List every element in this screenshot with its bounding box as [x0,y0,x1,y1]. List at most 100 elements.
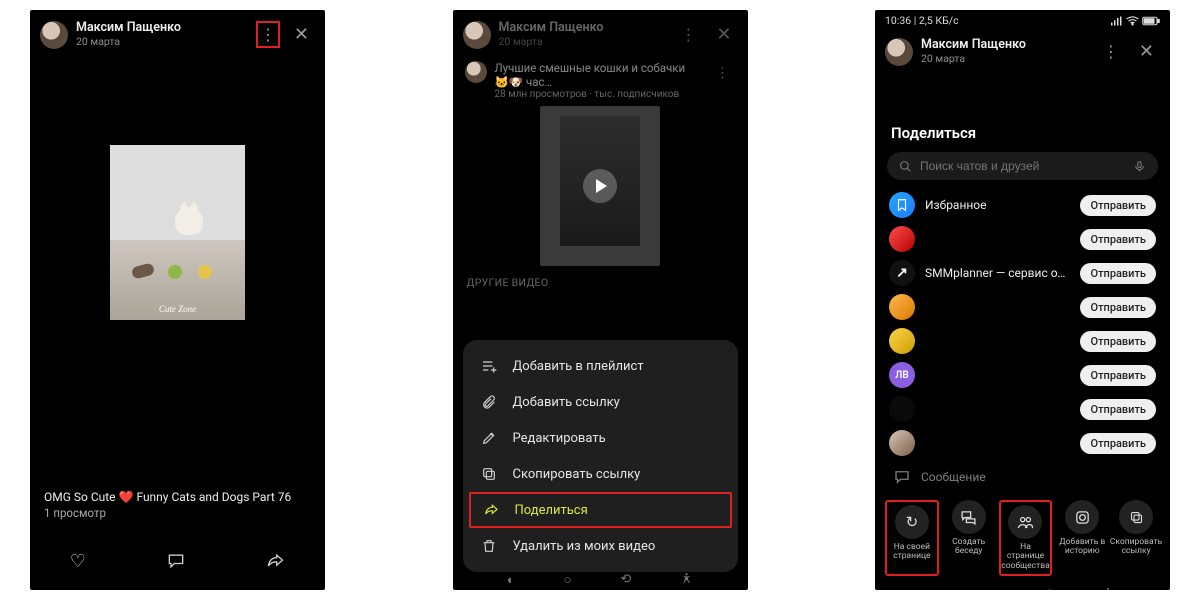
mic-icon[interactable] [1133,160,1146,173]
more-options-icon[interactable]: ⋮ [1097,38,1125,65]
contact-label: Избранное [925,198,1070,212]
comment-icon[interactable] [166,551,186,572]
share-contact-row[interactable]: Отправить [881,392,1164,426]
menu-share[interactable]: Поделиться [469,492,732,528]
send-button[interactable]: Отправить [1080,331,1156,352]
related-channel-avatar [465,61,487,83]
play-icon [583,169,617,203]
contact-avatar [889,226,915,252]
share-option-community-page[interactable]: На странице сообщества [999,500,1053,576]
send-button[interactable]: Отправить [1080,263,1156,284]
favorites-icon [889,192,915,218]
menu-delete[interactable]: Удалить из моих видео [463,528,738,564]
share-search-input[interactable] [920,159,1125,173]
share-contact-favorites[interactable]: Избранное Отправить [881,188,1164,222]
share-search-field[interactable] [887,152,1158,180]
playlist-add-icon [481,358,499,374]
nav-home-icon[interactable]: ○ [564,572,572,588]
other-videos-label: ДРУГИЕ ВИДЕО [453,266,748,291]
search-icon [899,160,912,173]
contact-label-redacted [925,232,1070,246]
post-date: 20 марта [921,53,1089,65]
video-action-bar: ♡ [30,551,325,572]
close-icon: ✕ [710,20,737,49]
menu-copy-link[interactable]: Скопировать ссылку [463,456,738,492]
share-contact-row[interactable]: Отправить [881,426,1164,460]
message-icon [893,468,911,486]
send-button[interactable]: Отправить [1080,195,1156,216]
contact-label-redacted [925,368,1070,382]
menu-edit[interactable]: Редактировать [463,420,738,456]
community-icon [1008,505,1042,539]
send-button[interactable]: Отправить [1080,365,1156,386]
video-header: Максим Пащенко 20 марта ⋮ ✕ [453,10,748,55]
wifi-icon [1126,16,1139,26]
signal-icon [1111,16,1123,26]
trash-icon [481,538,499,554]
author-avatar [463,21,491,49]
contact-label-redacted [925,300,1070,314]
video-thumbnail[interactable]: Cute Zone [110,145,245,320]
share-options-row: ↻ На своей странице Создать беседу На ст… [881,494,1164,584]
author-name: Максим Пащенко [921,38,1089,52]
nav-recent-icon[interactable]: ◐ [507,572,515,588]
contact-avatar [889,328,915,354]
related-video-title: Лучшие смешные кошки и собачки 🐱🐶 час… [495,61,702,89]
menu-add-link[interactable]: Добавить ссылку [463,384,738,420]
close-icon[interactable]: ✕ [1133,37,1160,66]
share-option-own-page[interactable]: ↻ На своей странице [885,500,939,576]
more-options-icon: ⋮ [674,21,702,48]
share-option-create-chat[interactable]: Создать беседу [945,500,993,576]
menu-add-playlist[interactable]: Добавить в плейлист [463,348,738,384]
nav-recent-icon[interactable]: ◐ [931,587,939,590]
nav-back-icon[interactable]: ⟲ [1043,587,1054,590]
video-header: Максим Пащенко 20 марта ⋮ ✕ [30,10,325,55]
contact-label-redacted [925,402,1070,416]
nav-back-icon[interactable]: ⟲ [620,572,631,588]
share-sheet: Поделиться Избранное Отправить Отправить… [875,118,1170,590]
related-more-icon: ⋮ [710,61,736,85]
share-contact-row[interactable]: ЛВ Отправить [881,358,1164,392]
send-button[interactable]: Отправить [1080,399,1156,420]
like-icon[interactable]: ♡ [70,551,86,572]
author-block[interactable]: Максим Пащенко 20 марта [76,21,248,47]
contact-label: SMMplanner — сервис отло… [925,266,1070,280]
related-video-row: Лучшие смешные кошки и собачки 🐱🐶 час… 2… [453,55,748,106]
attachment-icon [481,394,499,410]
share-message-field[interactable]: Сообщение [881,460,1164,494]
more-options-icon[interactable]: ⋮ [256,21,280,48]
share-contact-row[interactable]: Отправить [881,290,1164,324]
share-icon [483,502,501,518]
video-watermark: Cute Zone [110,304,245,314]
share-contact-row[interactable]: Отправить [881,222,1164,256]
nav-accessibility-icon[interactable] [680,572,693,588]
contact-avatar: ЛВ [889,362,915,388]
video-views: 1 просмотр [44,506,311,520]
nav-home-icon[interactable]: ○ [987,587,995,590]
nav-accessibility-icon[interactable] [1102,587,1114,590]
video-header: Максим Пащенко 20 марта ⋮ ✕ [875,27,1170,72]
send-button[interactable]: Отправить [1080,433,1156,454]
share-contact-smmplanner[interactable]: ↗ SMMplanner — сервис отло… Отправить [881,256,1164,290]
related-video-thumbnail [540,106,660,266]
context-menu-sheet: Добавить в плейлист Добавить ссылку Реда… [463,340,738,572]
copy-icon [481,466,499,482]
own-page-icon: ↻ [895,505,929,539]
close-icon[interactable]: ✕ [288,20,315,49]
share-contact-row[interactable]: Отправить [881,324,1164,358]
send-button[interactable]: Отправить [1080,297,1156,318]
share-icon[interactable] [265,551,285,572]
video-caption-block: OMG So Cute ❤️ Funny Cats and Dogs Part … [44,490,311,520]
share-option-story[interactable]: Добавить в историю [1058,500,1106,576]
status-time: 10:36 | 2,5 КБ/с [885,14,959,27]
contact-label-redacted [925,436,1070,450]
chat-icon [952,500,986,534]
share-option-copy-link[interactable]: Скопировать ссылку [1112,500,1160,576]
send-button[interactable]: Отправить [1080,229,1156,250]
post-date: 20 марта [499,36,667,48]
contact-avatar [889,430,915,456]
author-avatar[interactable] [40,21,68,49]
contact-avatar [889,294,915,320]
contact-avatar [889,396,915,422]
status-bar: 10:36 | 2,5 КБ/с [875,10,1170,27]
